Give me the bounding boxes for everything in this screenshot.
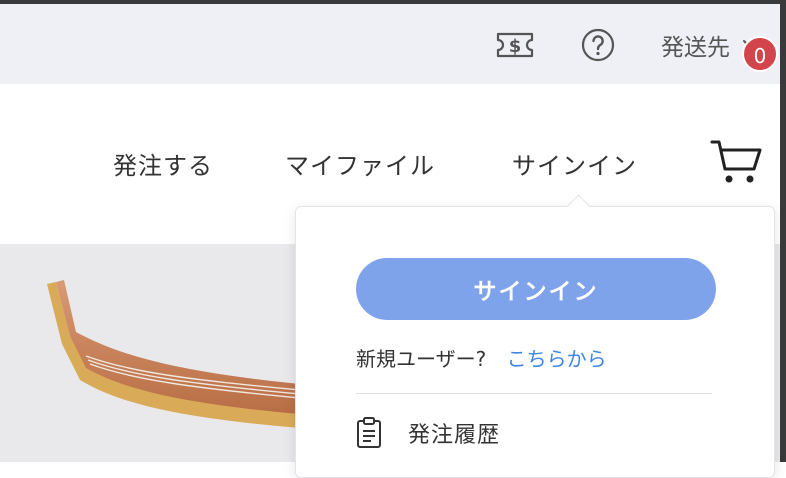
order-history-link[interactable]: 発注履歴 <box>356 417 500 449</box>
help-circle-icon[interactable] <box>581 28 615 62</box>
clipboard-icon <box>357 417 381 448</box>
new-user-text: 新規ユーザー? <box>356 347 487 371</box>
nav-my-files[interactable]: マイファイル <box>285 146 435 181</box>
utility-bar: $ 発送先 <box>0 4 780 84</box>
signin-button[interactable]: サインイン <box>356 258 716 320</box>
price-tag-dollar-icon[interactable]: $ <box>496 31 534 59</box>
nav-order[interactable]: 発注する <box>113 146 213 181</box>
nav-sign-in[interactable]: サインイン <box>512 146 637 181</box>
new-user-row: 新規ユーザー? こちらから <box>356 343 607 372</box>
cart-count-badge: 0 <box>742 36 778 72</box>
window-right-edge <box>780 0 786 462</box>
order-history-label: 発注履歴 <box>408 423 501 448</box>
svg-text:$: $ <box>509 36 522 57</box>
register-link[interactable]: こちらから <box>507 347 607 371</box>
flex-cable-image <box>47 280 301 428</box>
divider <box>356 393 712 394</box>
signin-dropdown: サインイン 新規ユーザー? こちらから 発注履歴 <box>295 194 775 478</box>
cart-icon[interactable] <box>710 136 764 186</box>
ship-to-label: 発送先 <box>661 35 730 61</box>
